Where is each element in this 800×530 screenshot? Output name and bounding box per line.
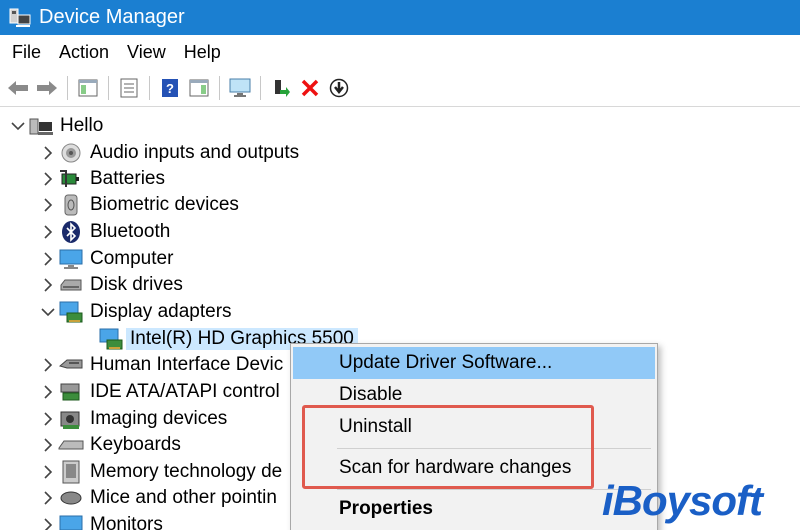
chevron-right-icon[interactable] — [38, 166, 58, 192]
title-bar: Device Manager — [0, 0, 800, 35]
tree-item-keyboards[interactable]: Keyboards — [38, 432, 181, 458]
update-driver-icon[interactable] — [269, 76, 293, 100]
highlight-annotation-box — [302, 405, 594, 489]
help-icon[interactable]: ? — [158, 76, 182, 100]
battery-icon — [58, 167, 84, 191]
tree-item-label: Biometric devices — [90, 194, 239, 215]
toolbar-separator — [108, 75, 109, 100]
back-arrow-icon[interactable] — [6, 76, 30, 100]
ide-icon — [58, 380, 84, 404]
tree-item-display-adapters[interactable]: Display adapters — [38, 299, 232, 325]
speaker-icon — [58, 141, 84, 165]
fingerprint-icon — [58, 193, 84, 217]
forward-arrow-icon[interactable] — [35, 76, 59, 100]
chevron-right-icon[interactable] — [38, 140, 58, 166]
menu-view[interactable]: View — [118, 35, 175, 69]
console-tree-icon[interactable] — [76, 76, 100, 100]
chevron-right-icon[interactable] — [38, 246, 58, 272]
chevron-right-icon[interactable] — [38, 512, 58, 530]
svg-text:?: ? — [166, 81, 174, 96]
memory-icon — [58, 460, 84, 484]
tree-item-label: Mice and other pointin — [90, 487, 277, 508]
tree-item-mice[interactable]: Mice and other pointin — [38, 485, 277, 511]
tree-item-label: Batteries — [90, 168, 165, 189]
tree-item-biometric[interactable]: Biometric devices — [38, 192, 239, 218]
tree-root[interactable]: Hello — [8, 113, 103, 139]
tree-item-label: IDE ATA/ATAPI control — [90, 381, 280, 402]
display-adapter-icon — [58, 300, 84, 324]
menu-item-update-driver[interactable]: Update Driver Software... — [293, 347, 655, 379]
computer-root-icon — [28, 114, 54, 138]
monitor-icon — [58, 513, 84, 530]
tree-root-label: Hello — [60, 115, 104, 136]
tree-item-memory[interactable]: Memory technology de — [38, 459, 282, 485]
tree-item-audio[interactable]: Audio inputs and outputs — [38, 140, 299, 166]
chevron-right-icon[interactable] — [38, 352, 58, 378]
computer-icon — [58, 247, 84, 271]
tree-item-label: Memory technology de — [90, 461, 283, 482]
tree-item-disk-drives[interactable]: Disk drives — [38, 272, 183, 298]
menu-file[interactable]: File — [0, 35, 50, 69]
tree-item-label: Human Interface Devic — [90, 354, 284, 375]
tree-item-imaging[interactable]: Imaging devices — [38, 406, 227, 432]
uninstall-x-icon[interactable] — [298, 76, 322, 100]
tree-item-label: Keyboards — [90, 434, 181, 455]
disk-drive-icon — [58, 273, 84, 297]
toolbar-separator — [67, 75, 68, 100]
tree-item-label: Audio inputs and outputs — [90, 142, 300, 163]
tree-item-hid[interactable]: Human Interface Devic — [38, 352, 283, 378]
chevron-right-icon[interactable] — [38, 485, 58, 511]
tree-item-label: Monitors — [90, 514, 163, 530]
mouse-icon — [58, 486, 84, 510]
chevron-down-icon[interactable] — [8, 113, 28, 139]
toolbar-separator — [149, 75, 150, 100]
chevron-right-icon[interactable] — [38, 432, 58, 458]
tree-item-ide[interactable]: IDE ATA/ATAPI control — [38, 379, 280, 405]
tree-item-label: Disk drives — [90, 274, 183, 295]
chevron-right-icon[interactable] — [38, 272, 58, 298]
chevron-right-icon[interactable] — [38, 219, 58, 245]
iboysoft-watermark: iBoysoft — [602, 477, 763, 524]
tree-item-monitors[interactable]: Monitors — [38, 512, 163, 530]
camera-icon — [58, 407, 84, 431]
hid-icon — [58, 353, 84, 377]
chevron-right-icon[interactable] — [38, 379, 58, 405]
chevron-right-icon[interactable] — [38, 406, 58, 432]
tree-item-label: Imaging devices — [90, 408, 228, 429]
disable-device-icon[interactable] — [327, 76, 351, 100]
scan-hardware-monitor-icon[interactable] — [228, 76, 252, 100]
chevron-down-icon[interactable] — [38, 299, 58, 325]
tree-item-batteries[interactable]: Batteries — [38, 166, 165, 192]
toolbar-separator — [260, 75, 261, 100]
menu-item-properties[interactable]: Properties — [293, 493, 655, 525]
tree-item-bluetooth[interactable]: Bluetooth — [38, 219, 170, 245]
menu-help[interactable]: Help — [175, 35, 230, 69]
device-manager-app-icon — [7, 7, 33, 29]
window-title: Device Manager — [39, 6, 185, 28]
chevron-right-icon[interactable] — [38, 459, 58, 485]
bluetooth-icon — [58, 220, 84, 244]
tree-item-label: Display adapters — [90, 301, 232, 322]
tree-item-label: Bluetooth — [90, 221, 171, 242]
display-adapter-icon — [98, 327, 124, 351]
tree-item-computer[interactable]: Computer — [38, 246, 173, 272]
menu-action[interactable]: Action — [50, 35, 118, 69]
menu-bar: File Action View Help — [0, 35, 800, 69]
chevron-right-icon[interactable] — [38, 192, 58, 218]
toolbar-separator — [219, 75, 220, 100]
properties-sheet-icon[interactable] — [117, 76, 141, 100]
tree-item-label: Computer — [90, 248, 174, 269]
action-pane-icon[interactable] — [187, 76, 211, 100]
keyboard-icon — [58, 433, 84, 457]
toolbar: ? — [0, 69, 800, 107]
